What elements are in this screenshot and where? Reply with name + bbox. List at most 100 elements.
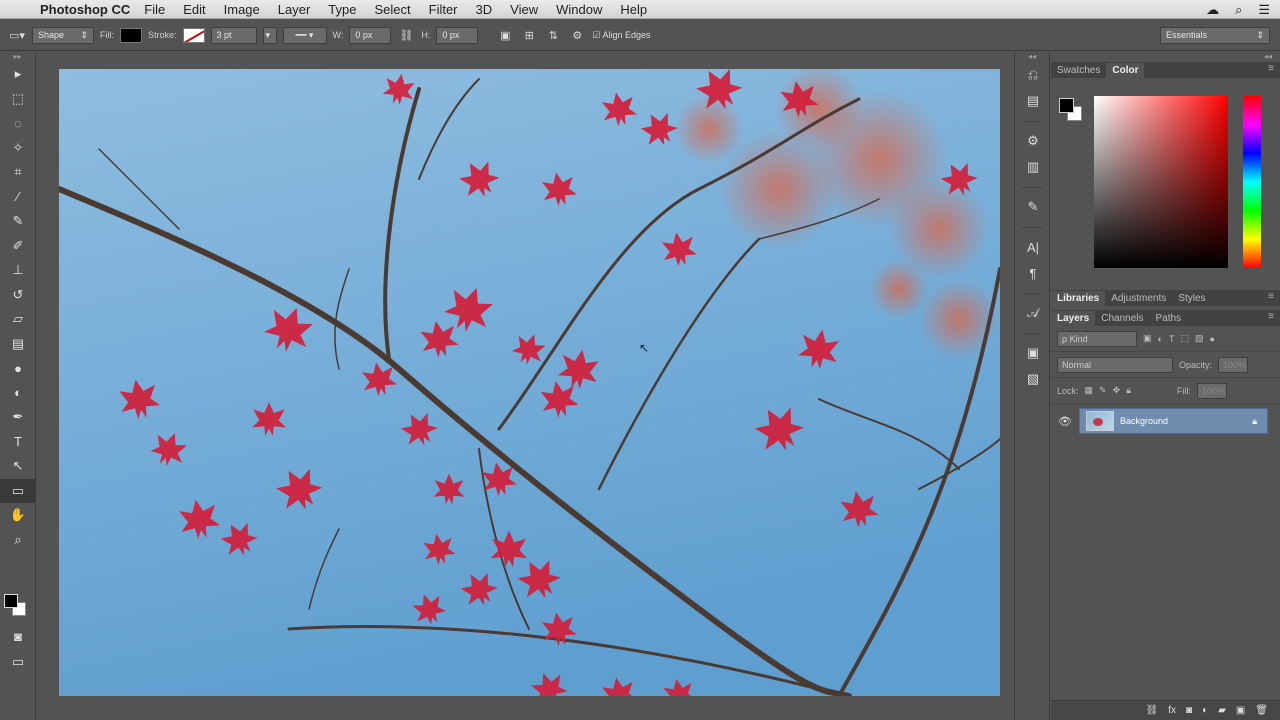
lock-all-icon[interactable]: 🔒︎ bbox=[1126, 385, 1131, 396]
tab-layers[interactable]: Layers bbox=[1051, 311, 1096, 326]
properties-panel-icon[interactable]: ⚙ bbox=[1015, 128, 1051, 154]
new-layer-icon[interactable]: ▣ bbox=[1236, 705, 1245, 716]
lock-position-icon[interactable]: ✥ bbox=[1113, 385, 1121, 396]
history-brush-tool[interactable]: ↺ bbox=[0, 283, 36, 308]
info-panel-icon[interactable]: ▣ bbox=[1015, 340, 1051, 366]
menu-file[interactable]: File bbox=[144, 2, 165, 17]
move-tool[interactable]: ▸ bbox=[0, 62, 36, 87]
rectangle-tool[interactable]: ▭ bbox=[0, 478, 36, 503]
eyedropper-tool[interactable]: ⁄ bbox=[0, 185, 36, 210]
tab-adjustments[interactable]: Adjustments bbox=[1105, 291, 1172, 306]
app-name-menu[interactable]: Photoshop CC bbox=[40, 2, 130, 17]
quick-select-tool[interactable]: ✧ bbox=[0, 136, 36, 161]
opacity-field[interactable]: 100% bbox=[1218, 356, 1249, 373]
gradient-tool[interactable]: ▤ bbox=[0, 332, 36, 357]
menu-select[interactable]: Select bbox=[374, 2, 410, 17]
zoom-tool[interactable]: ⌕ bbox=[0, 528, 36, 553]
filter-shape-icon[interactable]: ⬚ bbox=[1180, 333, 1189, 344]
comments-panel-icon[interactable]: ▤ bbox=[1015, 88, 1051, 114]
layer-visibility-eye-icon[interactable]: 👁︎ bbox=[1051, 415, 1079, 428]
eraser-tool[interactable]: ▱ bbox=[0, 307, 36, 332]
character-panel-icon[interactable]: A| bbox=[1015, 234, 1051, 260]
height-field[interactable]: 0 px bbox=[436, 26, 479, 44]
new-group-icon[interactable]: ▰ bbox=[1218, 705, 1226, 716]
quick-mask-icon[interactable]: ◙ bbox=[0, 624, 36, 649]
lock-transparent-icon[interactable]: ▦ bbox=[1085, 385, 1094, 396]
link-layers-icon[interactable]: ⛓ bbox=[1146, 705, 1159, 716]
panel-grip[interactable]: ▸▸ bbox=[0, 52, 35, 62]
workspace-select[interactable]: Essentials ⇕ bbox=[1160, 26, 1270, 44]
tab-libraries[interactable]: Libraries bbox=[1051, 291, 1106, 306]
delete-layer-icon[interactable]: 🗑︎ bbox=[1255, 705, 1268, 716]
creative-cloud-icon[interactable]: ☁ bbox=[1206, 2, 1219, 18]
blur-tool[interactable]: ● bbox=[0, 356, 36, 381]
layer-filter-select[interactable]: ρ Kind bbox=[1057, 330, 1137, 347]
color-field[interactable] bbox=[1094, 96, 1228, 268]
stroke-type-select[interactable]: ━━ ▾ bbox=[282, 26, 327, 44]
menu-type[interactable]: Type bbox=[328, 2, 356, 17]
lasso-tool[interactable]: ◌ bbox=[0, 111, 36, 136]
gear-icon[interactable]: ⚙ bbox=[568, 27, 586, 44]
foreground-color-swatch[interactable] bbox=[1059, 98, 1074, 113]
menu-edit[interactable]: Edit bbox=[183, 2, 205, 17]
adjustments-panel-icon[interactable]: ▥ bbox=[1015, 154, 1051, 180]
brush-panel-icon[interactable]: ✎ bbox=[1015, 194, 1051, 220]
filter-smart-object-icon[interactable]: ▧ bbox=[1195, 333, 1204, 344]
align-edges-checkbox[interactable]: ☑ Align Edges bbox=[592, 30, 650, 41]
menu-3d[interactable]: 3D bbox=[476, 2, 493, 17]
tool-preset-icon[interactable]: ▭▾ bbox=[8, 27, 26, 44]
filter-pixel-icon[interactable]: ▣ bbox=[1143, 333, 1152, 344]
dodge-tool[interactable]: ◐ bbox=[0, 381, 36, 406]
tab-styles[interactable]: Styles bbox=[1172, 291, 1211, 306]
type-tool[interactable]: T bbox=[0, 430, 36, 455]
link-icon[interactable]: ⛓ bbox=[397, 27, 415, 44]
notification-list-icon[interactable]: ☰ bbox=[1258, 2, 1270, 18]
fill-swatch[interactable] bbox=[120, 27, 142, 43]
path-alignment-icon[interactable]: ⊞ bbox=[520, 27, 538, 44]
foreground-background-colors[interactable] bbox=[4, 594, 30, 618]
layer-style-icon[interactable]: fx bbox=[1168, 705, 1176, 716]
brush-tool[interactable]: ✐ bbox=[0, 234, 36, 259]
crop-tool[interactable]: ⌗ bbox=[0, 160, 36, 185]
stroke-width-dropdown-icon[interactable]: ▾ bbox=[262, 26, 277, 44]
tab-color[interactable]: Color bbox=[1106, 63, 1145, 78]
menu-help[interactable]: Help bbox=[620, 2, 647, 17]
screen-mode-icon[interactable]: ▭ bbox=[0, 650, 36, 675]
filter-toggle-icon[interactable]: ● bbox=[1209, 334, 1214, 344]
stroke-width-field[interactable]: 3 pt bbox=[210, 26, 257, 44]
filter-type-icon[interactable]: T bbox=[1169, 334, 1175, 344]
new-adjustment-layer-icon[interactable]: ◐ bbox=[1202, 705, 1208, 716]
fill-field[interactable]: 100% bbox=[1196, 382, 1227, 399]
pen-tool[interactable]: ✒ bbox=[0, 405, 36, 430]
marquee-tool[interactable]: ⬚ bbox=[0, 87, 36, 112]
width-field[interactable]: 0 px bbox=[349, 26, 392, 44]
stroke-swatch[interactable] bbox=[182, 27, 205, 43]
tab-paths[interactable]: Paths bbox=[1150, 311, 1188, 326]
menu-image[interactable]: Image bbox=[224, 2, 260, 17]
menu-layer[interactable]: Layer bbox=[278, 2, 311, 17]
panel-menu-icon[interactable]: ≡ bbox=[1268, 311, 1274, 322]
panel-menu-icon[interactable]: ≡ bbox=[1268, 291, 1274, 302]
glyphs-panel-icon[interactable]: 𝒜 bbox=[1015, 300, 1051, 326]
healing-brush-tool[interactable]: ✎ bbox=[0, 209, 36, 234]
tab-swatches[interactable]: Swatches bbox=[1051, 63, 1106, 78]
layer-row-background[interactable]: Background 🔒︎ bbox=[1079, 408, 1268, 434]
hue-spectrum-slider[interactable] bbox=[1243, 96, 1261, 268]
panel-menu-icon[interactable]: ≡ bbox=[1268, 63, 1274, 74]
path-select-tool[interactable]: ↖ bbox=[0, 454, 36, 479]
menu-view[interactable]: View bbox=[510, 2, 538, 17]
tab-channels[interactable]: Channels bbox=[1095, 311, 1149, 326]
history-panel-icon[interactable]: ⎌ bbox=[1015, 62, 1051, 88]
paragraph-panel-icon[interactable]: ¶ bbox=[1015, 260, 1051, 286]
menu-filter[interactable]: Filter bbox=[429, 2, 458, 17]
panel-grip[interactable]: ◂◂ bbox=[1015, 52, 1049, 62]
panel-grip[interactable]: ◂◂ bbox=[1051, 52, 1280, 62]
lock-image-icon[interactable]: ✎ bbox=[1099, 385, 1107, 396]
clone-stamp-tool[interactable]: ⊥ bbox=[0, 258, 36, 283]
filter-adjustment-icon[interactable]: ◐ bbox=[1158, 334, 1163, 344]
notes-panel-icon[interactable]: ▧ bbox=[1015, 366, 1051, 392]
foreground-color-swatch[interactable] bbox=[4, 594, 18, 608]
spotlight-search-icon[interactable]: ⌕ bbox=[1235, 2, 1242, 18]
document-canvas[interactable]: ↖ bbox=[59, 69, 1000, 696]
blend-mode-select[interactable]: Normal bbox=[1057, 356, 1173, 373]
